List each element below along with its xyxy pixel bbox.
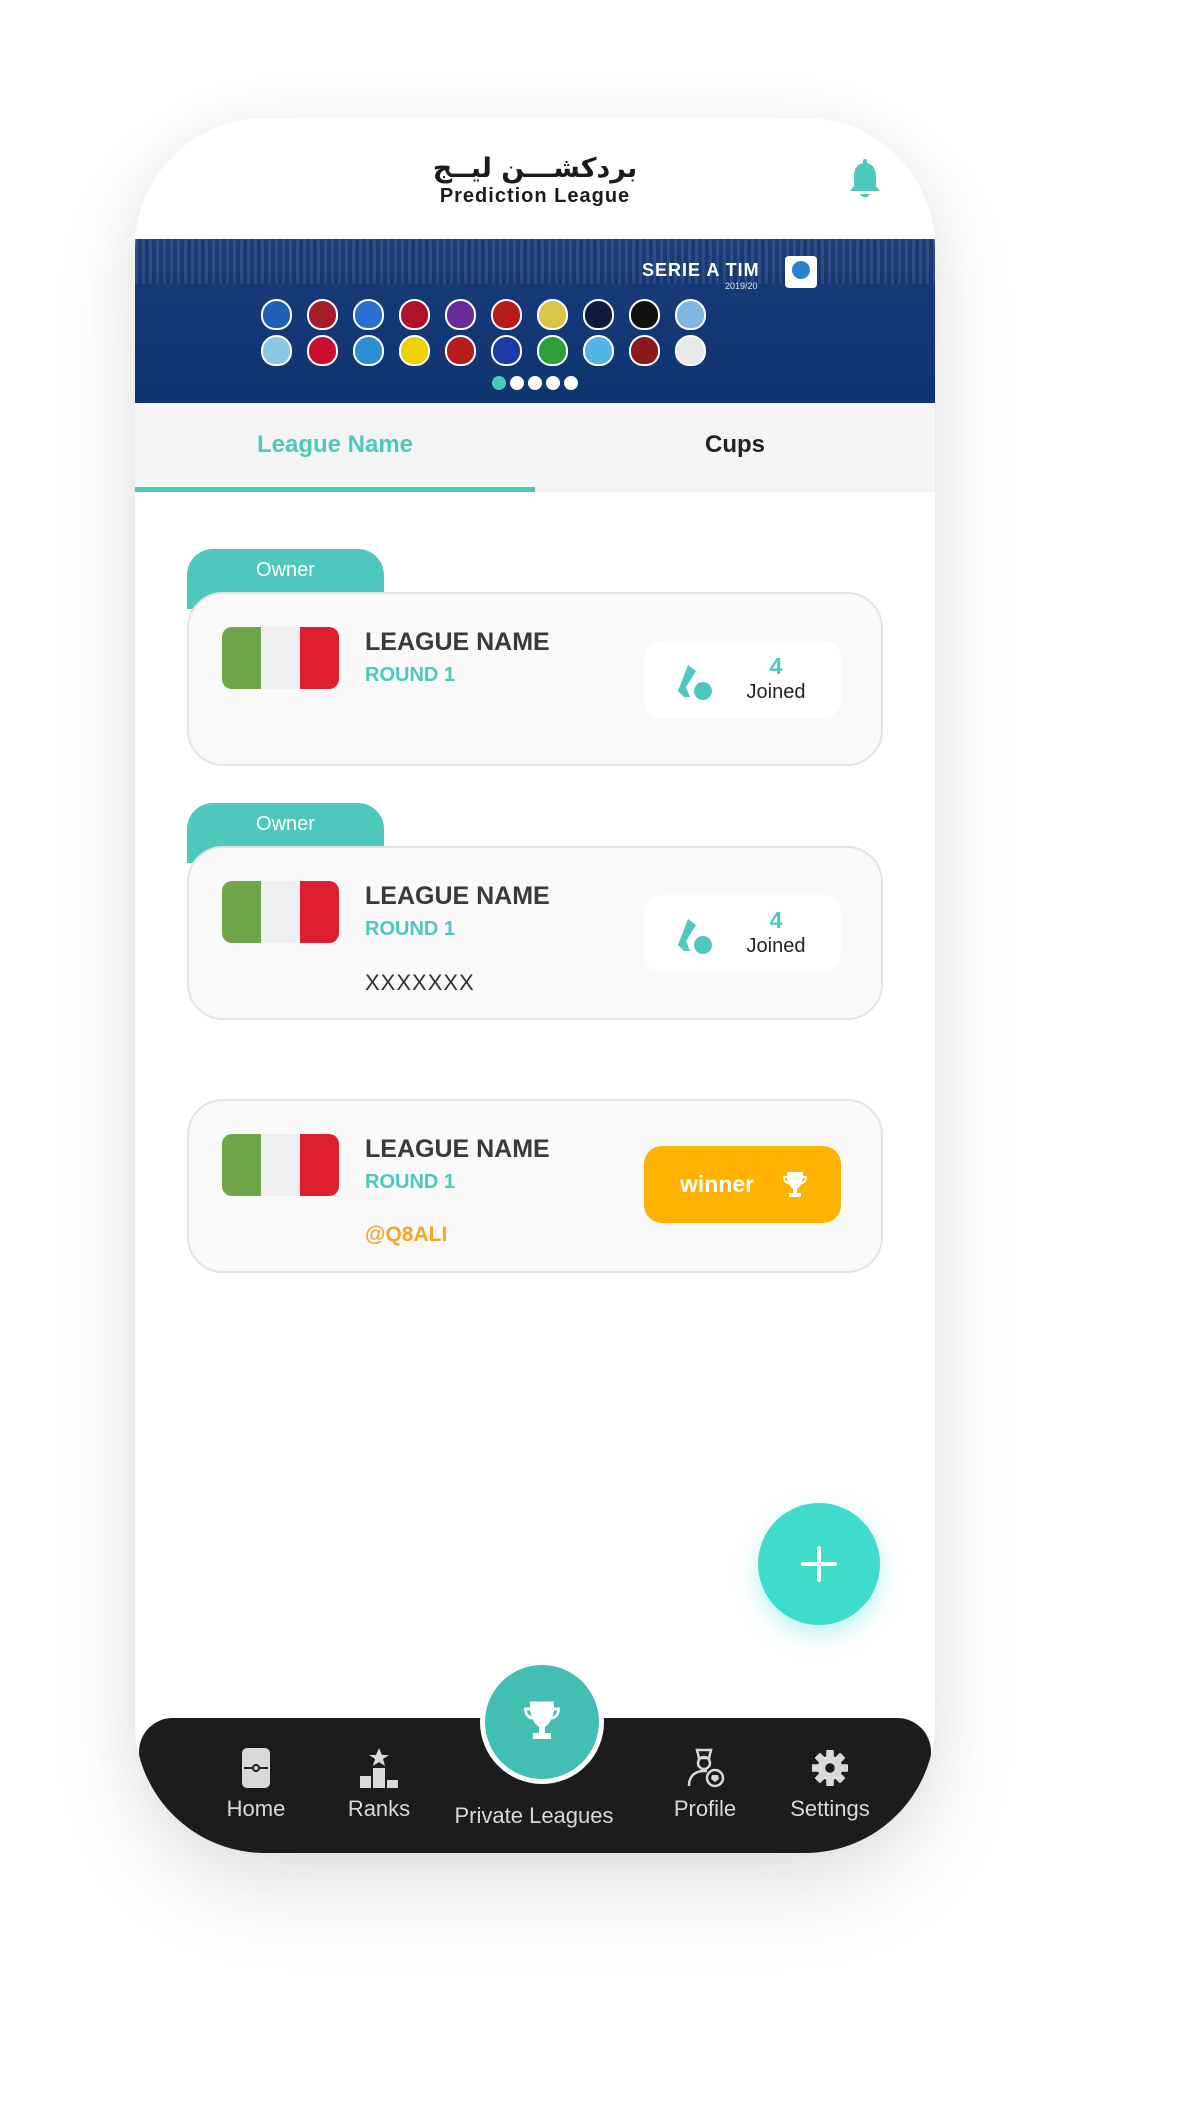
nav-label: Home xyxy=(226,1796,286,1821)
league-name: LEAGUE NAME xyxy=(365,1135,550,1163)
club-crest xyxy=(583,335,614,366)
joined-count: 4 xyxy=(769,653,783,679)
club-crest xyxy=(629,335,660,366)
bottom-nav: Home Ranks Private Leagues Profile Setti… xyxy=(139,1660,931,1853)
tab-league-name[interactable]: League Name xyxy=(135,403,535,492)
winner-button[interactable]: winner xyxy=(644,1146,841,1223)
football-boot-icon xyxy=(678,665,712,700)
pagination-dot[interactable] xyxy=(528,376,542,390)
nav-label: Settings xyxy=(790,1796,870,1821)
nav-label: Private Leagues xyxy=(454,1803,614,1828)
gear-icon xyxy=(811,1749,849,1787)
logo-english-text: Prediction League xyxy=(439,185,631,207)
league-card[interactable]: LEAGUE NAME ROUND 1 XXXXXXX 4 Joined xyxy=(187,846,883,1020)
nav-profile[interactable]: Profile xyxy=(665,1748,745,1822)
italy-flag-icon xyxy=(222,627,339,689)
pagination-dot[interactable] xyxy=(492,376,506,390)
private-leagues-button[interactable] xyxy=(480,1660,604,1784)
banner-title: SERIE A TIM xyxy=(642,260,760,280)
club-crest xyxy=(261,335,292,366)
ranks-icon xyxy=(360,1748,398,1788)
logo-arabic-text: بردكشـــن ليــج xyxy=(432,153,638,184)
club-crest xyxy=(399,299,430,330)
league-code: XXXXXXX xyxy=(365,970,475,995)
nav-ranks[interactable]: Ranks xyxy=(339,1748,419,1822)
trophy-icon xyxy=(524,1701,560,1739)
app-logo: بردكشـــن ليــج Prediction League xyxy=(135,153,935,207)
joined-badge: 4 Joined xyxy=(644,895,841,972)
league-round: ROUND 1 xyxy=(365,918,456,940)
club-crest xyxy=(353,335,384,366)
club-crest xyxy=(445,299,476,330)
banner-pagination xyxy=(135,376,935,390)
club-crest xyxy=(445,335,476,366)
club-crest xyxy=(307,299,338,330)
nav-settings[interactable]: Settings xyxy=(780,1748,880,1822)
nav-private-leagues[interactable]: Private Leagues xyxy=(449,1803,619,1829)
plus-icon xyxy=(801,1546,837,1582)
promo-banner[interactable]: SERIE A TIM 2019/20 xyxy=(135,239,935,403)
league-round: ROUND 1 xyxy=(365,1171,456,1193)
club-crest xyxy=(307,335,338,366)
league-round: ROUND 1 xyxy=(365,664,456,686)
italy-flag-icon xyxy=(222,881,339,943)
bell-icon[interactable] xyxy=(848,159,882,201)
pagination-dot[interactable] xyxy=(546,376,560,390)
club-crest xyxy=(675,299,706,330)
club-crest xyxy=(353,299,384,330)
club-crests xyxy=(261,299,821,371)
club-crest xyxy=(537,299,568,330)
tab-cups[interactable]: Cups xyxy=(535,403,935,492)
club-crest xyxy=(491,335,522,366)
joined-count: 4 xyxy=(769,907,783,933)
club-crest xyxy=(583,299,614,330)
phone-screen: بردكشـــن ليــج Prediction League SERIE … xyxy=(135,118,935,1853)
club-crest xyxy=(629,299,660,330)
league-card[interactable]: LEAGUE NAME ROUND 1 4 Joined xyxy=(187,592,883,766)
pagination-dot[interactable] xyxy=(564,376,578,390)
club-crest xyxy=(491,299,522,330)
serie-a-logo xyxy=(785,256,817,288)
trophy-icon xyxy=(783,1172,807,1197)
add-league-button[interactable] xyxy=(758,1503,880,1625)
joined-label: Joined xyxy=(746,935,806,957)
league-name: LEAGUE NAME xyxy=(365,882,550,910)
nav-home[interactable]: Home xyxy=(216,1748,296,1822)
app-header: بردكشـــن ليــج Prediction League xyxy=(135,118,935,239)
league-tabs: League Name Cups xyxy=(135,403,935,492)
italy-flag-icon xyxy=(222,1134,339,1196)
club-crest xyxy=(261,299,292,330)
nav-label: Profile xyxy=(673,1796,737,1821)
joined-label: Joined xyxy=(746,681,806,703)
profile-icon xyxy=(687,1748,725,1788)
nav-label: Ranks xyxy=(347,1796,411,1821)
club-crest xyxy=(399,335,430,366)
pagination-dot[interactable] xyxy=(510,376,524,390)
club-crest xyxy=(537,335,568,366)
winner-username: @Q8ALI xyxy=(365,1223,448,1246)
league-name: LEAGUE NAME xyxy=(365,628,550,656)
joined-badge: 4 Joined xyxy=(644,641,841,718)
winner-label: winner xyxy=(680,1171,755,1197)
home-icon xyxy=(242,1748,270,1788)
banner-season: 2019/20 xyxy=(725,281,758,291)
league-card[interactable]: LEAGUE NAME ROUND 1 @Q8ALI winner xyxy=(187,1099,883,1273)
football-boot-icon xyxy=(678,919,712,954)
club-crest xyxy=(675,335,706,366)
